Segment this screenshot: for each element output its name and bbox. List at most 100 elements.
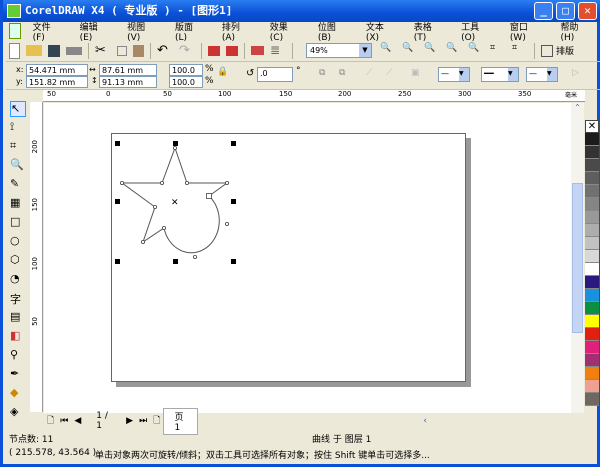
freehand-tool-icon[interactable]: ✎	[10, 177, 26, 193]
color-swatch[interactable]	[585, 315, 599, 328]
color-swatch[interactable]	[585, 198, 599, 211]
node[interactable]	[140, 239, 145, 244]
fill-tool-icon[interactable]: ◆	[10, 386, 26, 402]
x-position-input[interactable]: 54.471 mm	[26, 64, 88, 76]
color-swatch[interactable]	[585, 250, 599, 263]
height-input[interactable]: 91.13 mm	[99, 76, 157, 88]
next-page-icon[interactable]: ▶	[126, 416, 133, 426]
color-swatch[interactable]	[585, 133, 599, 146]
node[interactable]	[184, 180, 189, 185]
page-tab-1[interactable]: 页 1	[163, 407, 199, 435]
ellipse-tool-icon[interactable]: ○	[10, 234, 26, 250]
scale-x-input[interactable]: 100.0	[169, 64, 203, 76]
scale-y-input[interactable]: 100.0	[169, 76, 203, 88]
print-icon[interactable]	[66, 46, 82, 55]
first-page-icon[interactable]: ⏮	[60, 416, 68, 426]
node[interactable]	[152, 204, 157, 209]
mirror-vertical-icon[interactable]: ⧉	[339, 68, 345, 78]
cut-icon[interactable]: ✂	[95, 43, 111, 59]
color-swatch[interactable]	[585, 276, 599, 289]
color-swatch[interactable]	[585, 146, 599, 159]
start-arrow-select[interactable]: — ▼	[438, 67, 470, 82]
selection-handle[interactable]	[231, 141, 236, 146]
end-arrow-select[interactable]: — ▼	[526, 67, 558, 82]
node[interactable]	[120, 180, 125, 185]
color-swatch[interactable]	[585, 263, 599, 276]
zoom-tool-icon[interactable]: 🔍	[10, 158, 26, 174]
undo-icon[interactable]: ↶	[157, 43, 173, 59]
export-icon[interactable]	[226, 45, 238, 56]
scrollbar-thumb[interactable]	[572, 183, 583, 333]
center-marker-icon[interactable]: ✕	[171, 198, 179, 208]
convert-icon[interactable]: ▣	[411, 68, 420, 78]
no-color-swatch[interactable]: ✕	[585, 120, 599, 133]
text-tool-icon[interactable]: 字	[10, 291, 26, 307]
basic-shapes-tool-icon[interactable]: ◔	[10, 272, 26, 288]
break-apart-icon[interactable]: ⟋	[366, 68, 372, 78]
selection-handle[interactable]	[173, 259, 178, 264]
zoom-page-icon[interactable]: 🔍	[468, 43, 484, 59]
color-swatch[interactable]	[585, 289, 599, 302]
color-swatch[interactable]	[585, 354, 599, 367]
minimize-button[interactable]: _	[534, 2, 553, 20]
outline-tool-icon[interactable]: ✒	[10, 367, 26, 383]
zoom-height-icon[interactable]: ⌗	[512, 43, 528, 59]
shape-tool-icon[interactable]: ⟟	[10, 120, 26, 136]
layout-button[interactable]: 排版	[556, 44, 574, 57]
layout-icon[interactable]	[541, 44, 553, 57]
selection-handle[interactable]	[115, 259, 120, 264]
pick-tool-icon[interactable]: ↖	[10, 101, 26, 117]
width-input[interactable]: 87.61 mm	[99, 64, 157, 76]
start-node[interactable]	[206, 193, 212, 199]
scroll-left-icon[interactable]: ‹	[423, 416, 427, 426]
add-page-after-icon[interactable]: 🗋	[153, 413, 160, 429]
color-swatch[interactable]	[585, 211, 599, 224]
interactive-tool-icon[interactable]: ◧	[10, 329, 26, 345]
mirror-horizontal-icon[interactable]: ⧉	[319, 68, 325, 78]
crop-tool-icon[interactable]: ⌗	[10, 139, 26, 155]
color-swatch[interactable]	[585, 302, 599, 315]
node[interactable]	[192, 254, 197, 259]
outline-style-select[interactable]: ━━ ▼	[481, 67, 519, 82]
zoom-all-icon[interactable]: 🔍	[446, 43, 462, 59]
color-swatch[interactable]	[585, 393, 599, 406]
color-swatch[interactable]	[585, 172, 599, 185]
zoom-out-icon[interactable]: 🔍	[402, 43, 418, 59]
selection-handle[interactable]	[231, 259, 236, 264]
color-swatch[interactable]	[585, 224, 599, 237]
maximize-button[interactable]: □	[556, 2, 575, 20]
zoom-selected-icon[interactable]: 🔍	[424, 43, 440, 59]
redo-icon[interactable]: ↷	[179, 43, 195, 59]
application-launcher-icon[interactable]	[251, 46, 264, 55]
polygon-tool-icon[interactable]: ⬡	[10, 253, 26, 269]
color-swatch[interactable]	[585, 367, 599, 380]
table-tool-icon[interactable]: ▤	[10, 310, 26, 326]
paste-icon[interactable]	[133, 44, 144, 57]
selection-handle[interactable]	[115, 199, 120, 204]
node[interactable]	[159, 180, 164, 185]
interactive-fill-tool-icon[interactable]: ◈	[10, 405, 26, 421]
rotation-input[interactable]: .0	[257, 67, 293, 82]
vertical-scrollbar[interactable]: ⌃	[571, 103, 584, 413]
color-swatch[interactable]	[585, 237, 599, 250]
last-page-icon[interactable]: ⏭	[139, 416, 147, 426]
selection-handle[interactable]	[115, 141, 120, 146]
scroll-up-icon[interactable]: ⌃	[571, 103, 584, 116]
eyedropper-tool-icon[interactable]: ⚲	[10, 348, 26, 364]
zoom-level-select[interactable]: 49% ▼	[306, 43, 372, 58]
color-swatch[interactable]	[585, 159, 599, 172]
zoom-in-icon[interactable]: 🔍	[380, 43, 396, 59]
import-icon[interactable]	[208, 45, 220, 56]
more-icon[interactable]: ▷	[572, 68, 579, 78]
selection-handle[interactable]	[231, 199, 236, 204]
color-swatch[interactable]	[585, 380, 599, 393]
rectangle-tool-icon[interactable]: □	[10, 215, 26, 231]
lock-ratio-icon[interactable]: 🔒	[217, 67, 228, 77]
smart-fill-tool-icon[interactable]: ▦	[10, 196, 26, 212]
drawing-canvas[interactable]: ✕	[44, 103, 571, 413]
color-swatch[interactable]	[585, 185, 599, 198]
close-curve-icon[interactable]: ⟋	[386, 68, 392, 78]
open-icon[interactable]	[26, 45, 42, 56]
color-swatch[interactable]	[585, 341, 599, 354]
node[interactable]	[224, 180, 229, 185]
